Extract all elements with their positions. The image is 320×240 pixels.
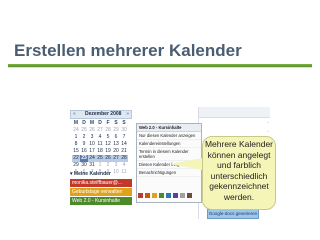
mini-calendar: « Dezember 2008 » M D M D F S S 24 25 26 27 28 29 30 1… xyxy=(70,110,132,176)
context-menu-item[interactable]: Kalendereinstellungen xyxy=(137,140,201,148)
calendar-day[interactable]: 26 xyxy=(104,155,112,162)
calendar-day[interactable]: 4 xyxy=(120,162,128,169)
calendar-day[interactable]: 1 xyxy=(72,134,80,141)
calendar-day[interactable]: 15 xyxy=(72,148,80,155)
calendar-day[interactable]: 27 xyxy=(112,155,120,162)
calendar-day[interactable]: 29 xyxy=(72,162,80,169)
prev-month-button[interactable]: « xyxy=(73,111,76,117)
my-calendars-header[interactable]: ▾ Meine Kalender xyxy=(70,170,132,178)
calendar-day[interactable]: 29 xyxy=(112,127,120,134)
color-swatch[interactable] xyxy=(166,193,171,198)
weekday-label: S xyxy=(114,120,118,126)
calendar-day[interactable]: 25 xyxy=(80,127,88,134)
calendar-day[interactable]: 8 xyxy=(72,141,80,148)
my-calendars-label: Meine Kalender xyxy=(73,171,111,177)
calendar-day[interactable]: 13 xyxy=(112,141,120,148)
mini-calendar-header: « Dezember 2008 » xyxy=(70,110,132,119)
calendar-day[interactable]: 11 xyxy=(96,141,104,148)
calendar-day[interactable]: 27 xyxy=(96,127,104,134)
color-swatch[interactable] xyxy=(173,193,178,198)
calendar-day[interactable]: 10 xyxy=(88,141,96,148)
color-swatch[interactable] xyxy=(180,193,185,198)
calendar-list-item[interactable]: Geburtstage verwalten xyxy=(70,188,132,196)
color-swatch[interactable] xyxy=(159,193,164,198)
calendar-day[interactable]: 2 xyxy=(104,162,112,169)
weekday-label: M xyxy=(89,120,95,126)
context-menu-header: Web 2.0 - Kursinhalte xyxy=(137,124,201,132)
calendar-day[interactable]: 28 xyxy=(120,155,128,162)
calendar-day[interactable]: 4 xyxy=(96,134,104,141)
month-title: Dezember 2008 xyxy=(85,111,122,117)
calendar-day[interactable]: 30 xyxy=(80,162,88,169)
calendar-day[interactable]: 16 xyxy=(80,148,88,155)
calendar-day[interactable]: 28 xyxy=(104,127,112,134)
main-pane-toolbar xyxy=(199,107,270,118)
calendar-day[interactable]: 3 xyxy=(88,134,96,141)
next-month-button[interactable]: » xyxy=(126,111,129,117)
calendar-day[interactable]: 30 xyxy=(120,127,128,134)
calendar-list-item[interactable]: Web 2.0 - Kursinhalte xyxy=(70,197,132,205)
calendar-list-item[interactable]: monika.steiffbauer@... xyxy=(70,179,132,187)
google-docs-button[interactable]: Google-docs generieren xyxy=(207,209,259,219)
calendar-day[interactable]: 24 xyxy=(72,127,80,134)
color-swatches xyxy=(138,193,192,198)
weekday-label: D xyxy=(98,120,102,126)
calendar-day[interactable]: 23 xyxy=(80,155,88,162)
calendar-day[interactable]: 14 xyxy=(120,141,128,148)
weekday-label: F xyxy=(106,120,110,126)
weekday-label: D xyxy=(82,120,86,126)
context-menu-item[interactable]: Nur diesen Kalender anzeigen xyxy=(137,132,201,140)
calendar-day[interactable]: 20 xyxy=(112,148,120,155)
calendar-day[interactable]: 5 xyxy=(104,134,112,141)
context-menu-item[interactable]: Benachrichtigungen xyxy=(137,169,201,177)
calendar-day[interactable]: 3 xyxy=(112,162,120,169)
calendar-day[interactable]: 21 xyxy=(120,148,128,155)
calendar-day[interactable]: 24 xyxy=(88,155,96,162)
color-swatch[interactable] xyxy=(145,193,150,198)
calendar-day[interactable]: 19 xyxy=(104,148,112,155)
calendar-day[interactable]: 6 xyxy=(112,134,120,141)
calendar-day[interactable]: 1 xyxy=(96,162,104,169)
weekday-label: M xyxy=(73,120,79,126)
calendar-day[interactable]: 2 xyxy=(80,134,88,141)
calendar-day[interactable]: 7 xyxy=(120,134,128,141)
info-callout: Mehrere Kalender können angelegt und far… xyxy=(202,136,276,210)
calendar-day[interactable]: 25 xyxy=(96,155,104,162)
color-swatch[interactable] xyxy=(152,193,157,198)
calendar-day[interactable]: 18 xyxy=(96,148,104,155)
my-calendars-list: ▾ Meine Kalender monika.steiffbauer@... G… xyxy=(70,170,132,206)
callout-pointer xyxy=(169,158,203,170)
calendar-day[interactable]: 26 xyxy=(88,127,96,134)
calendar-day[interactable]: 17 xyxy=(88,148,96,155)
title-underline-light xyxy=(8,67,312,68)
weekday-label: S xyxy=(122,120,126,126)
color-swatch[interactable] xyxy=(138,193,143,198)
calendar-day[interactable]: 31 xyxy=(88,162,96,169)
color-swatch[interactable] xyxy=(187,193,192,198)
calendar-day[interactable]: 22 xyxy=(72,155,80,162)
calendar-day[interactable]: 9 xyxy=(80,141,88,148)
calendar-day[interactable]: 12 xyxy=(104,141,112,148)
slide-title: Erstellen mehrerer Kalender xyxy=(14,41,242,60)
mini-calendar-grid: M D M D F S S 24 25 26 27 28 29 30 1 2 3 4 5 6 7 8 9 10 11 12 13 14… xyxy=(72,120,132,176)
